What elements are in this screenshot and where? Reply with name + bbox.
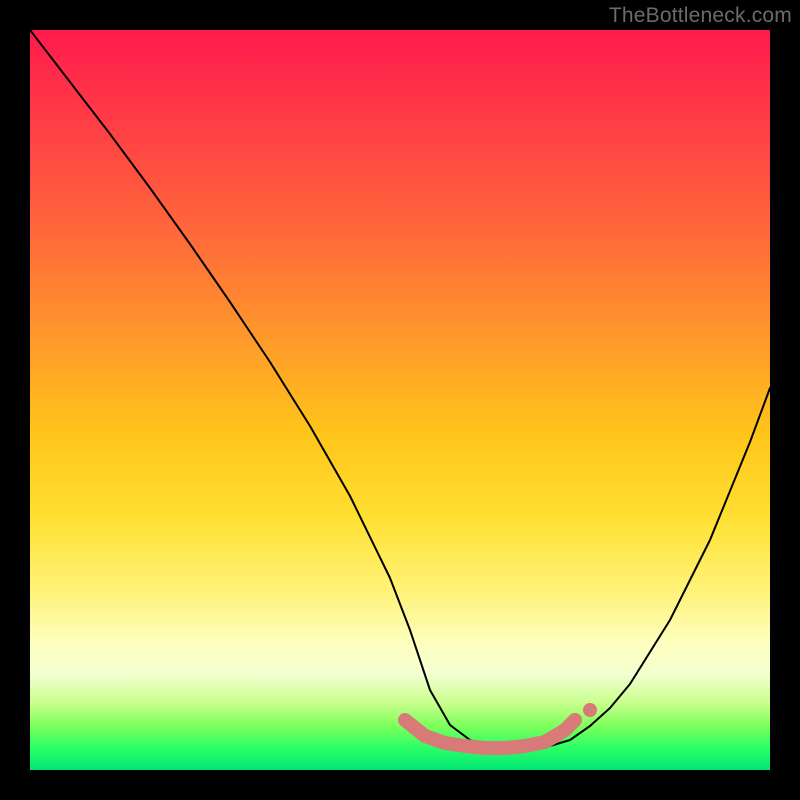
watermark-text: TheBottleneck.com — [609, 4, 792, 28]
plot-area — [30, 30, 770, 770]
chart-frame: TheBottleneck.com — [0, 0, 800, 800]
chart-series-bottom-highlight — [405, 720, 575, 748]
chart-marker — [583, 703, 597, 717]
plot-svg — [30, 30, 770, 770]
chart-series-curve — [30, 30, 770, 748]
